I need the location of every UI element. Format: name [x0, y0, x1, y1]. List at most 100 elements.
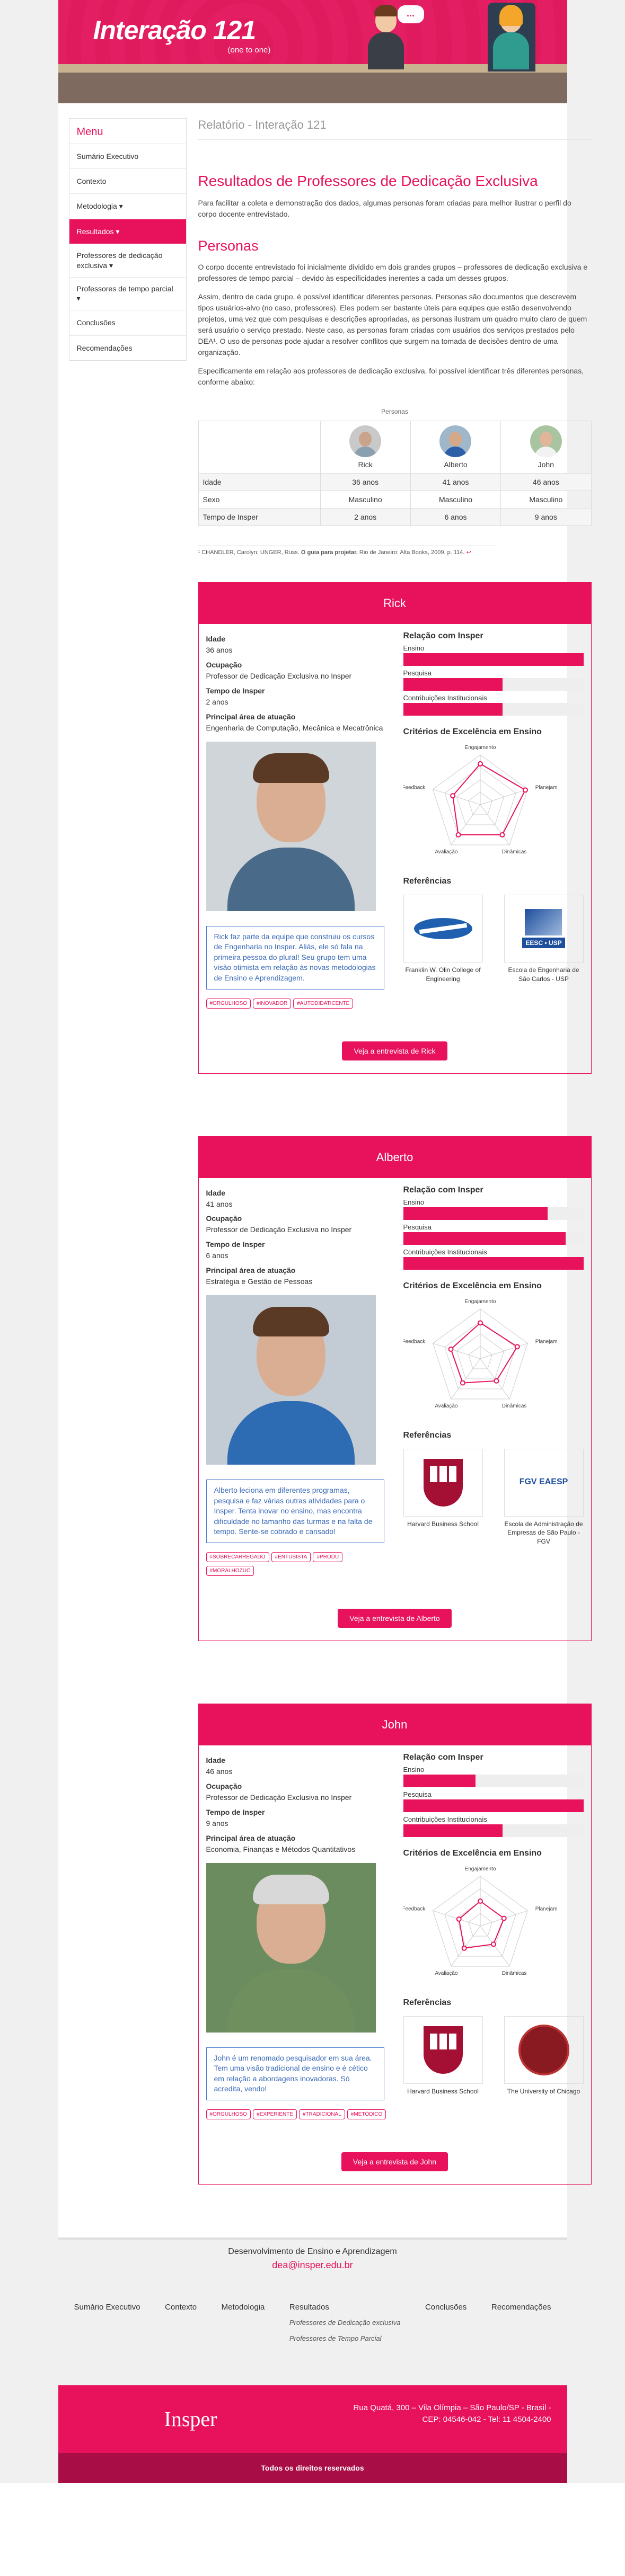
- section-title: Referências: [403, 1430, 452, 1440]
- persona-card-title: Alberto: [198, 1136, 591, 1178]
- reference-item: Harvard Business School: [403, 1448, 483, 1546]
- menu-item-contexto[interactable]: Contexto: [69, 169, 186, 194]
- field-label: Ocupação: [206, 1214, 242, 1223]
- avatar: [439, 425, 472, 457]
- radar-chart: Engajamento Planejamento Dinâmicas Avaliaçã…: [402, 1294, 584, 1423]
- field-value: Engenharia de Computação, Mecânica e Mec…: [206, 723, 383, 732]
- radar-axis-label: Avaliação: [435, 849, 458, 855]
- bar-label: Ensino: [403, 1766, 425, 1774]
- footnote: ¹ CHANDLER, Carolyn; UNGER, Russ. O guia…: [198, 545, 495, 556]
- field-value: 9 anos: [206, 1819, 228, 1828]
- page-title: Resultados de Professores de Dedicação E…: [198, 173, 538, 189]
- radar-point: [493, 1378, 499, 1384]
- persona-card-rick: Rick Idade 36 anos Ocupação Professor de…: [198, 582, 592, 1074]
- menu-item-resultados[interactable]: Resultados ▾: [69, 219, 186, 244]
- section-title: Relação com Insper: [403, 1185, 483, 1195]
- table-header-rick: Rick: [320, 421, 411, 474]
- radar-axis-label: Engajamento: [464, 1866, 496, 1872]
- bar-ensino: [403, 1207, 548, 1220]
- persona-tag: #INOVADOR: [253, 998, 292, 1009]
- section-title: Referências: [403, 1998, 452, 2008]
- menu-item-sumario[interactable]: Sumário Executivo: [69, 144, 186, 170]
- radar-axis-label: Planejamento: [535, 785, 557, 790]
- bar-contribuicoes: [403, 1256, 584, 1270]
- references: Harvard Business School The University of…: [403, 2016, 584, 2096]
- insper-logo: Insper: [164, 2407, 217, 2431]
- bar-track: [403, 1799, 584, 1813]
- harvard-logo: [403, 1448, 483, 1517]
- field-value: Professor de Dedicação Exclusiva no Insp…: [206, 1225, 352, 1234]
- radar-axis-label: Planejamento: [535, 1906, 557, 1912]
- header-banner: Interação 121 (one to one) ...: [58, 0, 567, 103]
- footer-email-link[interactable]: dea@insper.edu.br: [58, 2260, 567, 2271]
- radar-axis-label: Avaliação: [435, 1403, 458, 1409]
- bar-label: Pesquisa: [403, 669, 432, 677]
- footnote-back-link[interactable]: ↩: [466, 549, 471, 556]
- persona-card-alberto: Alberto Idade 41 anos Ocupação Professor…: [198, 1136, 592, 1642]
- footer-nav-metodologia[interactable]: Metodologia: [222, 2303, 265, 2343]
- radar-point: [522, 787, 528, 793]
- radar-point: [477, 761, 483, 766]
- interview-button[interactable]: Veja a entrevista de Alberto: [338, 1609, 452, 1628]
- interview-button[interactable]: Veja a entrevista de Rick: [342, 1041, 447, 1060]
- references: Franklin W. Olin College of Engineering E…: [403, 895, 584, 984]
- site-title: Interação 121: [93, 15, 257, 45]
- field-label: Idade: [206, 635, 226, 643]
- table-caption: Personas: [381, 408, 408, 415]
- reference-item: EESC • USP Escola de Engenharia de São Ca…: [504, 895, 584, 984]
- menu-sub-dedicacao-exclusiva[interactable]: Professores de dedicação exclusiva ▾: [69, 244, 186, 278]
- bar-pesquisa: [403, 1232, 566, 1245]
- desk-illustration: [58, 73, 567, 103]
- menu-item-recomendacoes[interactable]: Recomendações: [69, 336, 186, 360]
- menu-item-conclusoes[interactable]: Conclusões: [69, 310, 186, 336]
- radar-axis-label: Feedback: [403, 1906, 426, 1912]
- table-row: Idade 36 anos 41 anos 46 anos: [198, 473, 592, 491]
- eesc-logo: EESC • USP: [504, 895, 584, 962]
- avatar: [530, 425, 562, 457]
- menu-sub-tempo-parcial[interactable]: Professores de tempo parcial ▾: [69, 278, 186, 311]
- persona-tags: #ORGULHOSO #EXPERIENTE #TRADICIONAL #METÓDI…: [206, 2109, 389, 2123]
- footer-department: Desenvolvimento de Ensino e Aprendizagem: [228, 2247, 397, 2256]
- footer-nav-recomendacoes[interactable]: Recomendações: [491, 2303, 551, 2343]
- persona-card-title: Rick: [198, 583, 591, 624]
- field-label: Principal área de atuação: [206, 1266, 296, 1275]
- interview-button[interactable]: Veja a entrevista de John: [341, 2152, 448, 2171]
- field-value: 2 anos: [206, 697, 228, 706]
- field-label: Tempo de Insper: [206, 1807, 265, 1816]
- persona-tag: #PRODU: [313, 1552, 343, 1563]
- personas-heading: Personas: [198, 238, 259, 254]
- footer-nav-sub-dedicacao[interactable]: Professores de Dedicação exclusiva: [289, 2318, 401, 2328]
- radar-axis-line: [432, 1343, 480, 1359]
- persona-quote: John é um renomado pesquisador em sua ár…: [206, 2047, 384, 2100]
- persona-quote: Rick faz parte da equipe que construiu o…: [206, 925, 384, 990]
- radar-svg: Engajamento Planejamento Dinâmicas Avaliaçã…: [402, 1298, 568, 1409]
- menu-item-metodologia[interactable]: Metodologia ▾: [69, 194, 186, 219]
- radar-point: [456, 1916, 462, 1922]
- radar-point: [490, 1941, 496, 1947]
- footer-nav-conclusoes[interactable]: Conclusões: [425, 2303, 466, 2343]
- footer-address: Rua Quatá, 300 – Vila Olímpia – São Paul…: [353, 2403, 551, 2424]
- persona-photo: [206, 1295, 376, 1465]
- reference-name: The University of Chicago: [507, 2088, 580, 2096]
- persona-card-title: John: [198, 1704, 591, 1746]
- radar-axis-label: Dinâmicas: [501, 1971, 526, 1976]
- page: Interação 121 (one to one) ... Menu Sumá…: [0, 0, 625, 2483]
- field-value: Economia, Finanças e Métodos Quantitativ…: [206, 1844, 356, 1853]
- personas-paragraph-3: Especificamente em relação aos professor…: [198, 367, 584, 386]
- radar-point: [477, 1320, 483, 1325]
- frame: Interação 121 (one to one) ... Menu Sumá…: [58, 0, 592, 2483]
- bar-track: [403, 703, 584, 716]
- bar-label: Contribuições Institucionais: [403, 1815, 487, 1824]
- woman-illustration: [491, 3, 531, 69]
- avatar: [349, 425, 382, 457]
- field-label: Idade: [206, 1756, 226, 1765]
- footer-nav-resultados[interactable]: Resultados: [289, 2303, 401, 2312]
- bar-track: [403, 1824, 584, 1838]
- footer-nav-sumario[interactable]: Sumário Executivo: [74, 2303, 140, 2343]
- footer-nav-sub-parcial[interactable]: Professores de Tempo Parcial: [289, 2334, 401, 2343]
- reference-name: Escola de Engenharia de São Carlos - USP: [508, 966, 579, 983]
- persona-photo: [206, 741, 376, 911]
- section-title: Critérios de Excelência em Ensino: [403, 1849, 542, 1858]
- radar-point: [477, 1898, 483, 1904]
- footer-nav-contexto[interactable]: Contexto: [165, 2303, 197, 2343]
